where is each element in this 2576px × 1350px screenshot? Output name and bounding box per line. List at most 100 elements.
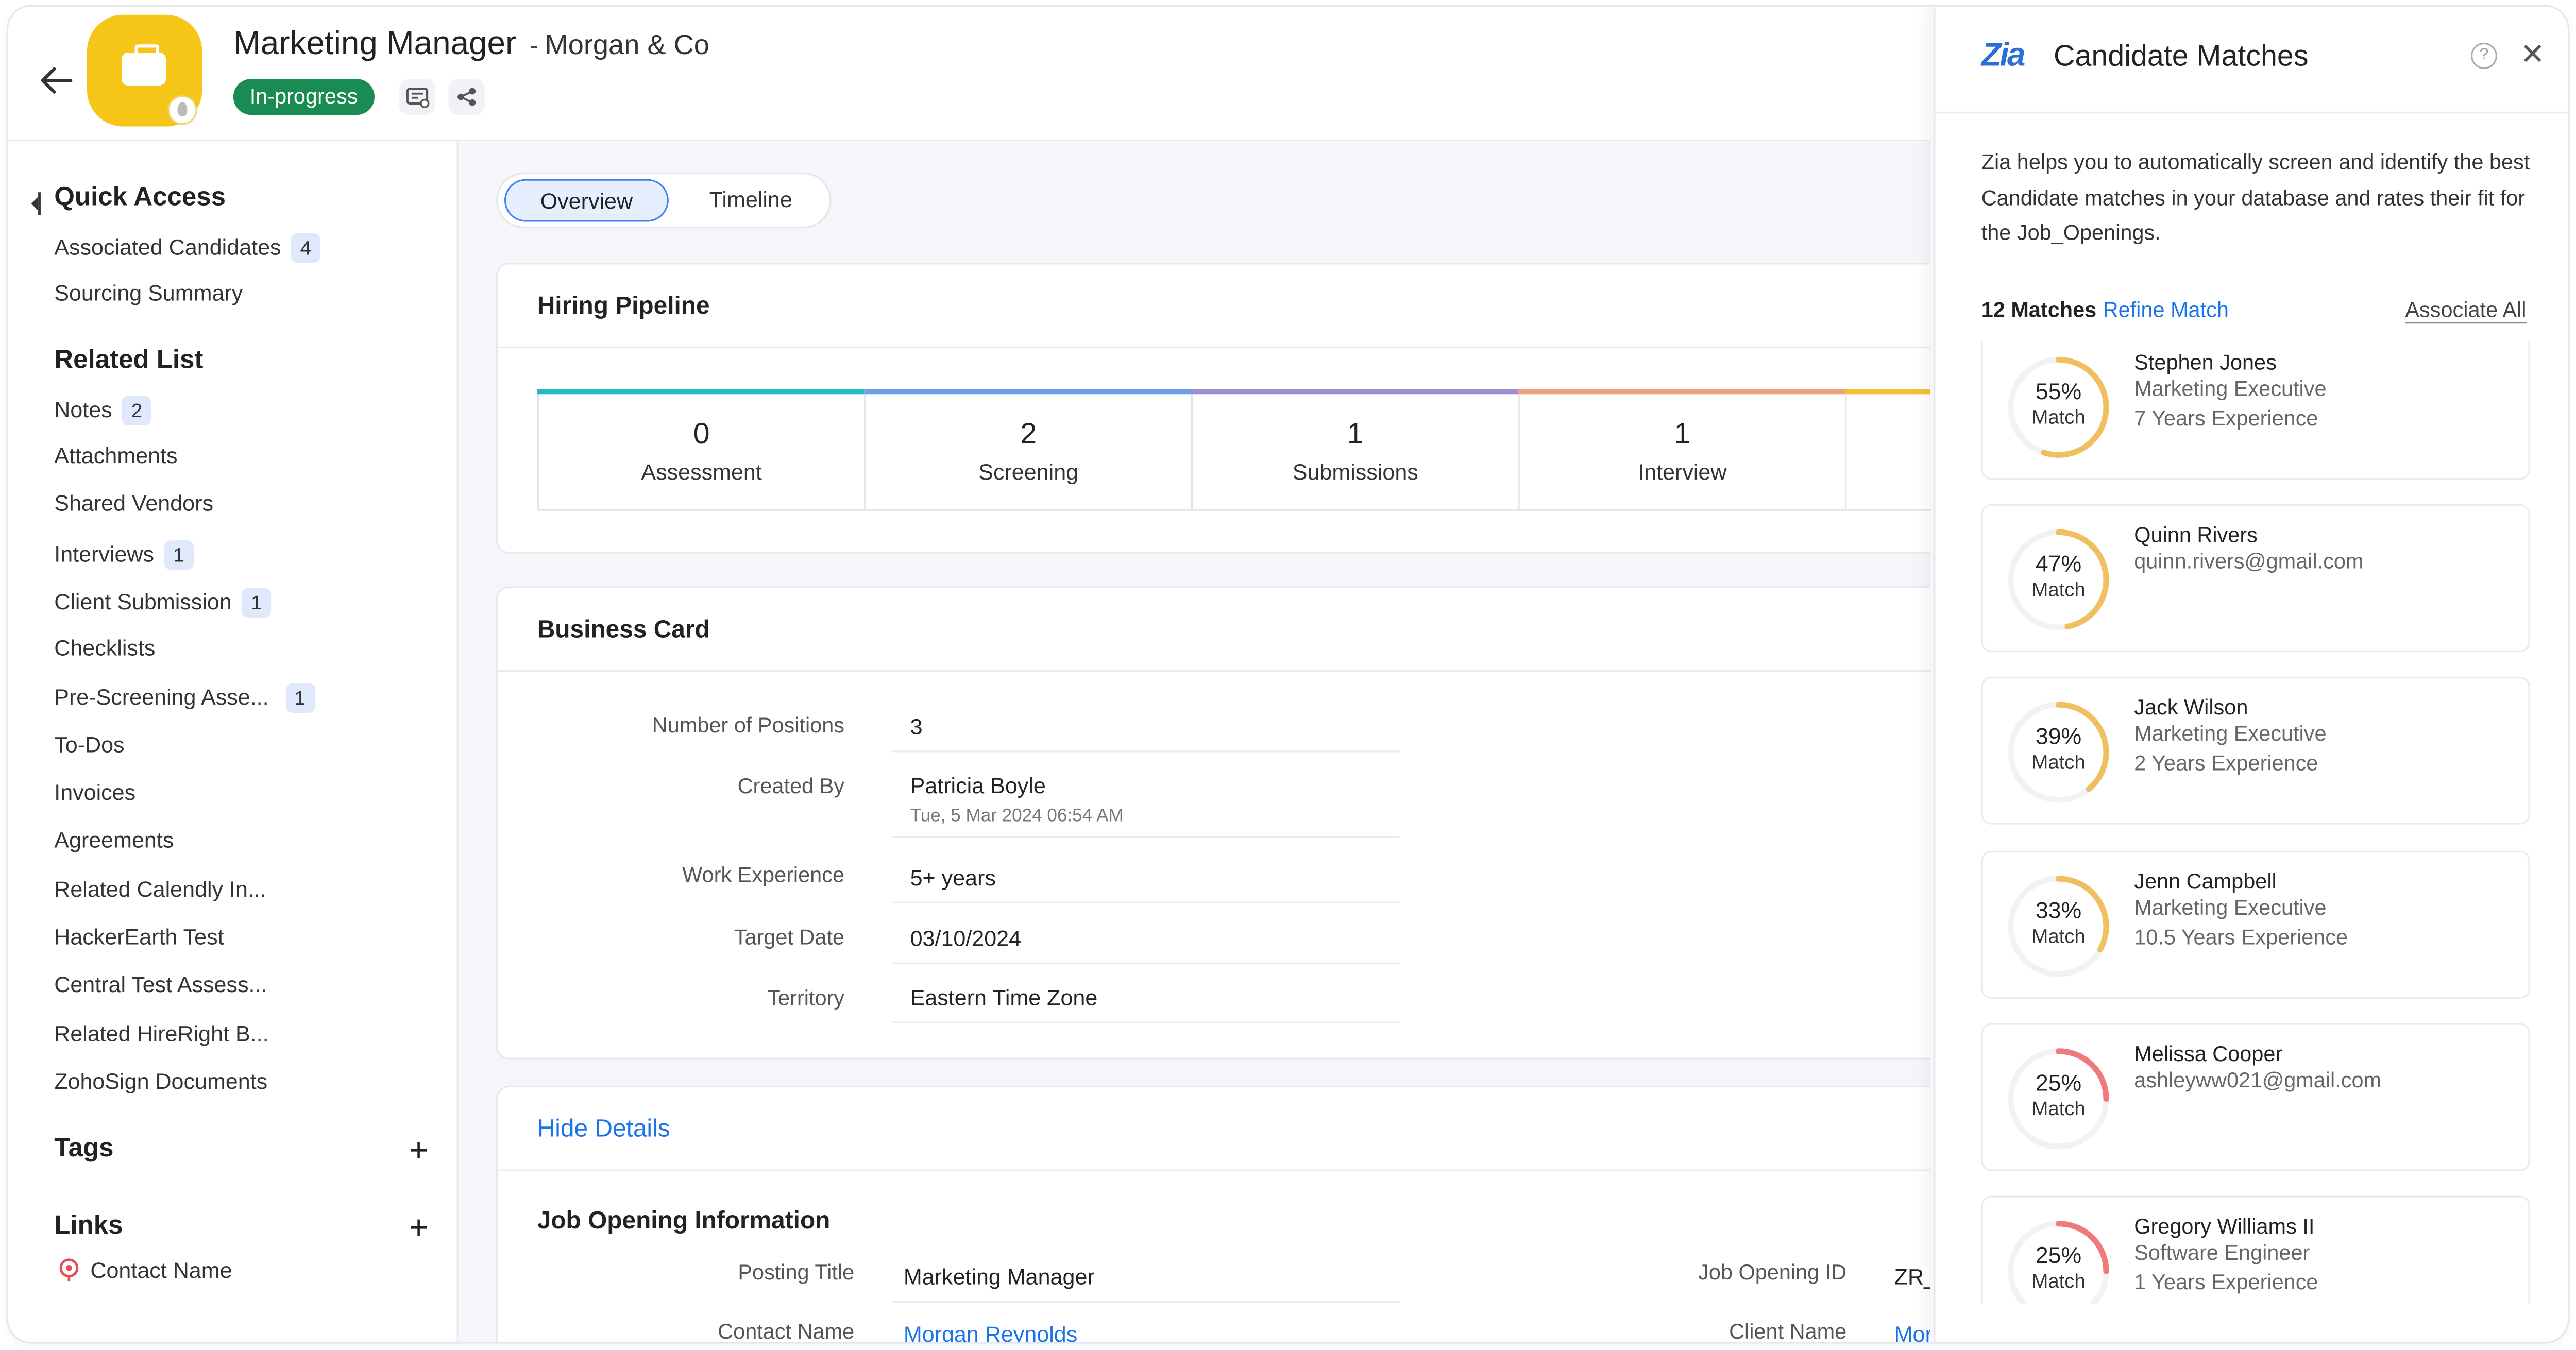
target-date-value: 03/10/2024 — [910, 926, 1022, 951]
sidebar-item-invoices[interactable]: Invoices — [54, 780, 135, 805]
match-card[interactable]: 25% Match Melissa Cooper ashleyww021@gma… — [1981, 1023, 2530, 1171]
match-label: Match — [2031, 750, 2086, 774]
sidebar-item-checklists[interactable]: Checklists — [54, 636, 155, 660]
count-badge: 1 — [285, 683, 315, 713]
pipeline-stage-next[interactable] — [1845, 389, 1930, 511]
stage-count: 1 — [1674, 417, 1691, 450]
associate-all-link[interactable]: Associate All — [2405, 297, 2527, 324]
match-card[interactable]: 47% Match Quinn Rivers quinn.rivers@gmai… — [1981, 504, 2530, 652]
stage-label: Submissions — [1292, 459, 1418, 485]
stage-label: Screening — [978, 459, 1079, 485]
sidebar-item-label: Interviews — [54, 542, 155, 567]
number-of-positions-value: 3 — [910, 714, 923, 739]
add-tag-icon[interactable]: + — [409, 1135, 428, 1168]
field-label: Client Name — [1729, 1319, 1847, 1342]
hide-details-link[interactable]: Hide Details — [537, 1115, 670, 1143]
field-label: Target Date — [734, 925, 845, 950]
field-label: Job Opening ID — [1698, 1259, 1847, 1285]
field-underline — [892, 1021, 1400, 1023]
field-label: Created By — [737, 773, 845, 798]
sidebar-item-client-submission[interactable]: Client Submission 1 — [54, 588, 272, 618]
sidebar-item-zohosign[interactable]: ZohoSign Documents — [54, 1069, 267, 1094]
help-icon[interactable]: ? — [2470, 42, 2497, 69]
field-label: Number of Positions — [652, 712, 845, 738]
sidebar-item-central-test[interactable]: Central Test Assess... — [54, 972, 267, 997]
stage-label: Interview — [1638, 459, 1727, 485]
share-icon[interactable] — [448, 79, 485, 115]
hot-job-icon — [169, 97, 196, 124]
candidate-detail: Marketing Executive — [2134, 721, 2327, 746]
pipeline-stage-interview[interactable]: 1 Interview — [1518, 389, 1847, 511]
card-divider — [498, 346, 1930, 349]
stage-color-bar — [1845, 389, 1930, 395]
notes-icon[interactable] — [399, 79, 436, 115]
add-link-icon[interactable]: + — [409, 1212, 428, 1245]
sidebar-item-hireright[interactable]: Related HireRight B... — [54, 1021, 268, 1046]
candidate-name: Melissa Cooper — [2134, 1041, 2283, 1066]
sidebar-item-shared-vendors[interactable]: Shared Vendors — [54, 491, 213, 516]
sidebar-item-label: Central Test Assess... — [54, 972, 267, 997]
sidebar-item-label: Checklists — [54, 636, 156, 660]
links-heading: Links — [54, 1212, 123, 1240]
job-opening-logo — [87, 14, 202, 127]
candidate-detail: Software Engineer — [2134, 1240, 2310, 1265]
sidebar-item-attachments[interactable]: Attachments — [54, 443, 177, 468]
contact-name-value[interactable]: Morgan Reynolds — [904, 1322, 1077, 1342]
match-percent: 39% — [2035, 723, 2082, 749]
pipeline-stage-assessment[interactable]: 0 Assessment — [537, 389, 866, 511]
field-label: Contact Name — [718, 1319, 855, 1342]
candidate-experience: 10.5 Years Experience — [2134, 925, 2348, 950]
count-badge: 2 — [122, 396, 152, 425]
close-icon[interactable]: ✕ — [2520, 40, 2545, 69]
tab-overview[interactable]: Overview — [504, 179, 669, 222]
sidebar-item-pre-screening[interactable]: Pre-Screening Asse... 1 — [54, 683, 315, 713]
field-underline — [892, 901, 1400, 903]
sidebar-item-sourcing-summary[interactable]: Sourcing Summary — [54, 281, 243, 305]
created-by-value: Patricia Boyle — [910, 773, 1046, 798]
sidebar-item-todos[interactable]: To-Dos — [54, 732, 124, 757]
match-percent: 25% — [2035, 1241, 2082, 1268]
candidate-name: Quinn Rivers — [2134, 522, 2258, 547]
client-name-value[interactable]: Mor — [1894, 1322, 1930, 1342]
match-percent: 25% — [2035, 1069, 2082, 1096]
sidebar-item-label: Related Calendly In... — [54, 877, 266, 902]
match-card[interactable]: 25% Match Gregory Williams II Software E… — [1981, 1195, 2530, 1304]
collapse-sidebar-icon[interactable] — [28, 192, 41, 215]
candidate-matches-panel: Zia Candidate Matches ? ✕ Zia helps you … — [1934, 6, 2568, 1342]
refine-match-link[interactable]: Refine Match — [2103, 297, 2229, 322]
sidebar-item-hackerearth[interactable]: HackerEarth Test — [54, 925, 224, 949]
candidate-detail: Marketing Executive — [2134, 895, 2327, 920]
candidate-experience: 1 Years Experience — [2134, 1269, 2318, 1294]
sidebar-item-interviews[interactable]: Interviews 1 — [54, 540, 194, 570]
title-separator: - — [529, 32, 538, 61]
sidebar-item-label: Pre-Screening Asse... — [54, 685, 269, 710]
match-card[interactable]: 33% Match Jenn Campbell Marketing Execut… — [1981, 850, 2530, 999]
app-window: Marketing Manager - Morgan & Co In-progres… — [8, 6, 2568, 1342]
view-tabs: Overview Timeline — [496, 172, 832, 229]
match-percent: 55% — [2035, 378, 2082, 404]
match-list[interactable]: 55% Match Stephen Jones Marketing Execut… — [1981, 341, 2530, 1304]
match-card[interactable]: 39% Match Jack Wilson Marketing Executiv… — [1981, 676, 2530, 825]
sidebar-item-label: Invoices — [54, 780, 136, 805]
field-underline — [892, 836, 1400, 838]
match-label: Match — [2031, 925, 2086, 948]
candidate-experience: 7 Years Experience — [2134, 405, 2318, 431]
field-label: Posting Title — [738, 1259, 855, 1285]
quick-access-heading: Quick Access — [54, 184, 226, 212]
pipeline-stage-screening[interactable]: 2 Screening — [864, 389, 1193, 511]
sidebar-item-notes[interactable]: Notes 2 — [54, 396, 152, 425]
sidebar-item-associated-candidates[interactable]: Associated Candidates 4 — [54, 233, 321, 263]
count-badge: 1 — [241, 588, 272, 618]
hiring-pipeline-title: Hiring Pipeline — [537, 292, 710, 320]
sidebar-item-calendly[interactable]: Related Calendly In... — [54, 877, 266, 902]
match-card[interactable]: 55% Match Stephen Jones Marketing Execut… — [1981, 341, 2530, 480]
count-badge: 4 — [291, 233, 321, 263]
pipeline-stage-submissions[interactable]: 1 Submissions — [1191, 389, 1520, 511]
contact-name-link[interactable]: Contact Name — [58, 1258, 232, 1283]
candidate-name: Gregory Williams II — [2134, 1214, 2315, 1239]
candidate-name: Jack Wilson — [2134, 694, 2248, 720]
back-arrow-icon[interactable] — [38, 62, 74, 98]
tab-timeline[interactable]: Timeline — [675, 179, 826, 222]
status-badge[interactable]: In-progress — [233, 79, 375, 115]
sidebar-item-agreements[interactable]: Agreements — [54, 828, 174, 852]
